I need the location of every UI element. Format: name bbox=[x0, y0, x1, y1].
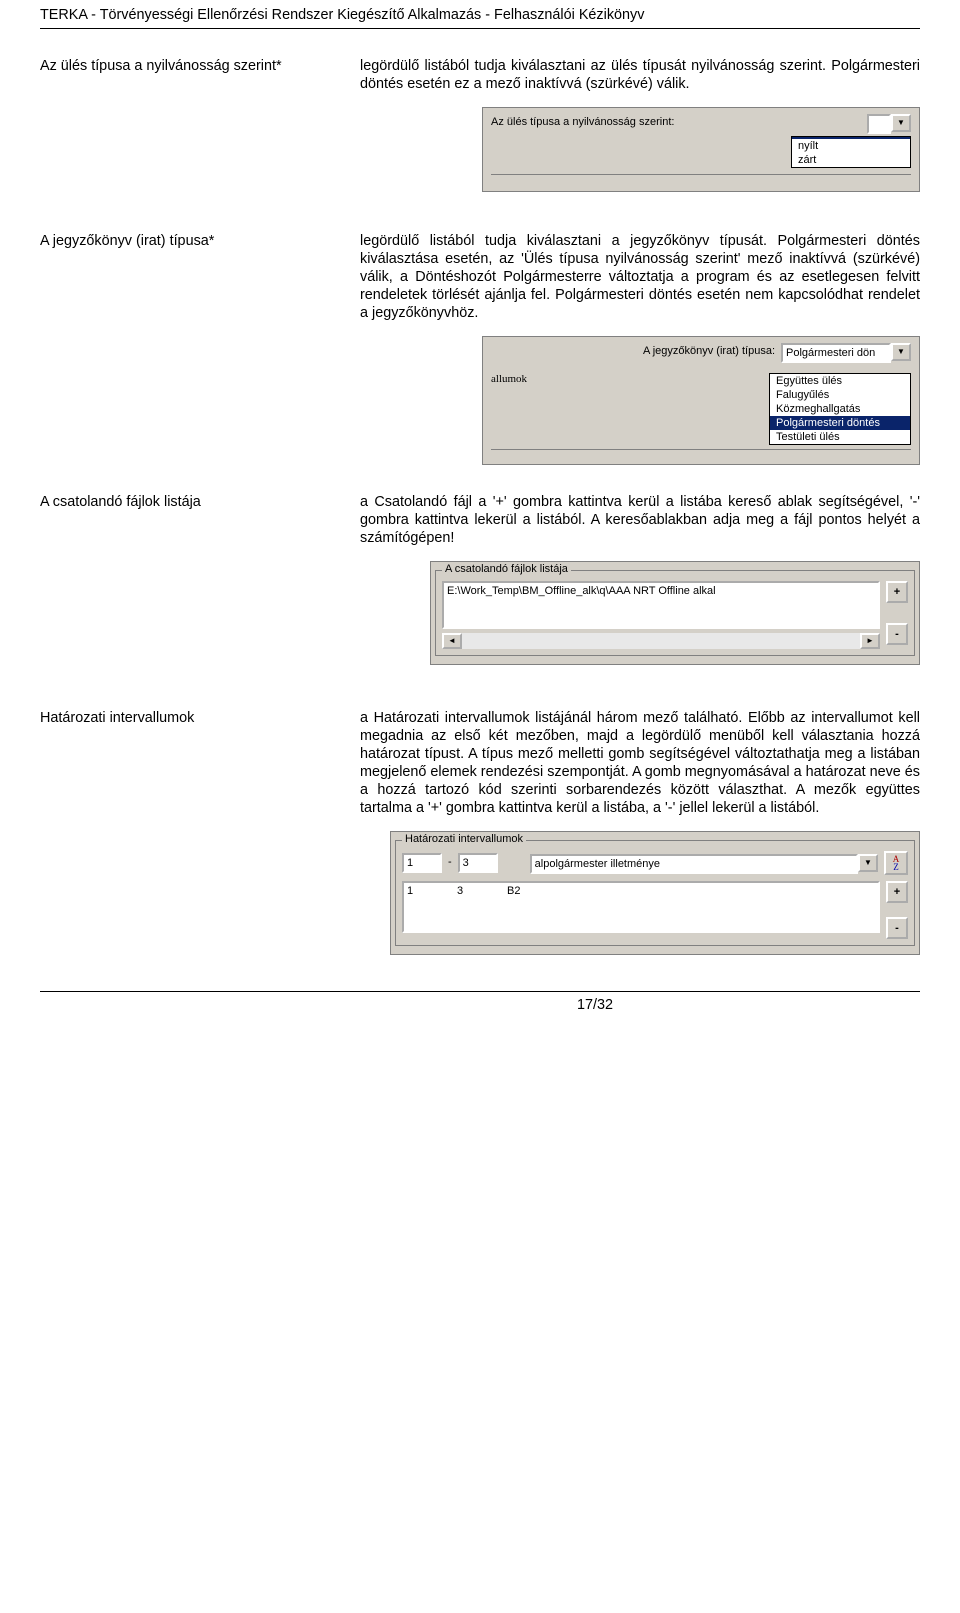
remove-file-button[interactable]: - bbox=[886, 623, 908, 645]
ui-hatarozat-type-combo[interactable]: ▼ bbox=[530, 854, 878, 872]
table-row[interactable]: 1 3 B2 bbox=[407, 885, 875, 897]
sort-toggle-button[interactable]: AZ bbox=[884, 851, 908, 875]
ui-csatolando-legend: A csatolandó fájlok listája bbox=[442, 563, 571, 575]
cell-code: B2 bbox=[507, 885, 520, 897]
dash-label: - bbox=[448, 856, 452, 870]
ui-jegyzokonyv-dropdown[interactable]: Együttes ülés Falugyűlés Közmeghallgatás… bbox=[769, 373, 911, 445]
ui-file-listbox[interactable]: E:\Work_Temp\BM_Offline_alk\q\AAA NRT Of… bbox=[442, 581, 880, 629]
ui-jegyzokonyv-combo[interactable]: ▼ bbox=[781, 343, 911, 361]
ui-hatarozati-panel: Határozati intervallumok - ▼ AZ bbox=[390, 831, 920, 955]
scroll-track[interactable] bbox=[462, 633, 860, 649]
cell-from: 1 bbox=[407, 885, 457, 897]
dropdown-option-selected[interactable]: Polgármesteri döntés bbox=[770, 416, 910, 430]
term-jegyzokonyv: A jegyzőkönyv (irat) típusa* bbox=[40, 232, 340, 250]
ui-jegyzokonyv-label: A jegyzőkönyv (irat) típusa: bbox=[643, 345, 775, 359]
page-number: 17/32 bbox=[577, 996, 613, 1014]
scroll-left-icon[interactable]: ◄ bbox=[442, 633, 462, 649]
desc-jegyzokonyv: legördülő listából tudja kiválasztani a … bbox=[360, 232, 920, 322]
chevron-down-icon[interactable]: ▼ bbox=[891, 343, 911, 361]
desc-csatolando: a Csatolandó fájl a '+' gombra kattintva… bbox=[360, 493, 920, 547]
scrollbar-horizontal[interactable]: ◄ ► bbox=[442, 633, 880, 649]
ui-hatarozat-type-input[interactable] bbox=[530, 854, 858, 874]
term-hatarozati: Határozati intervallumok bbox=[40, 709, 340, 727]
ui-jegyzokonyv-panel: A jegyzőkönyv (irat) típusa: ▼ allumok E… bbox=[482, 336, 920, 465]
cell-to: 3 bbox=[457, 885, 507, 897]
ui-csatolando-panel: A csatolandó fájlok listája E:\Work_Temp… bbox=[430, 561, 920, 665]
term-ules-tipusa: Az ülés típusa a nyilvánosság szerint* bbox=[40, 57, 340, 75]
ui-jegyzokonyv-combo-input[interactable] bbox=[781, 343, 891, 363]
list-item[interactable]: E:\Work_Temp\BM_Offline_alk\q\AAA NRT Of… bbox=[447, 585, 875, 597]
ui-ules-dropdown[interactable]: nyílt zárt bbox=[791, 136, 911, 168]
desc-hatarozati: a Határozati intervallumok listájánál há… bbox=[360, 709, 920, 817]
dropdown-option-nyilt[interactable]: nyílt bbox=[792, 139, 910, 153]
dropdown-option[interactable]: Közmeghallgatás bbox=[770, 402, 910, 416]
interval-from-input[interactable] bbox=[402, 853, 442, 873]
add-interval-button[interactable]: + bbox=[886, 881, 908, 903]
ui-ules-combo[interactable]: ▼ bbox=[867, 114, 911, 132]
dropdown-option[interactable]: Testületi ülés bbox=[770, 430, 910, 444]
ui-interval-listbox[interactable]: 1 3 B2 bbox=[402, 881, 880, 933]
ui-fragment-text: allumok bbox=[491, 373, 769, 445]
chevron-down-icon[interactable]: ▼ bbox=[891, 114, 911, 132]
interval-to-input[interactable] bbox=[458, 853, 498, 873]
ui-ules-tipusa-panel: Az ülés típusa a nyilvánosság szerint: ▼… bbox=[482, 107, 920, 192]
dropdown-option-zart[interactable]: zárt bbox=[792, 153, 910, 167]
ui-csatolando-groupbox: A csatolandó fájlok listája E:\Work_Temp… bbox=[435, 570, 915, 656]
dropdown-option[interactable]: Falugyűlés bbox=[770, 388, 910, 402]
ui-ules-label: Az ülés típusa a nyilvánosság szerint: bbox=[491, 116, 674, 130]
page-footer: 17/32 bbox=[40, 991, 920, 1014]
dropdown-option[interactable]: Együttes ülés bbox=[770, 374, 910, 388]
desc-ules-tipusa: legördülő listából tudja kiválasztani az… bbox=[360, 57, 920, 93]
page-header: TERKA - Törvényességi Ellenőrzési Rendsz… bbox=[40, 0, 920, 29]
chevron-down-icon[interactable]: ▼ bbox=[858, 854, 878, 872]
ui-hatarozati-groupbox: Határozati intervallumok - ▼ AZ bbox=[395, 840, 915, 946]
ui-ules-combo-input[interactable] bbox=[867, 114, 891, 134]
term-csatolando: A csatolandó fájlok listája bbox=[40, 493, 340, 511]
scroll-right-icon[interactable]: ► bbox=[860, 633, 880, 649]
remove-interval-button[interactable]: - bbox=[886, 917, 908, 939]
add-file-button[interactable]: + bbox=[886, 581, 908, 603]
ui-hatarozati-legend: Határozati intervallumok bbox=[402, 833, 526, 845]
